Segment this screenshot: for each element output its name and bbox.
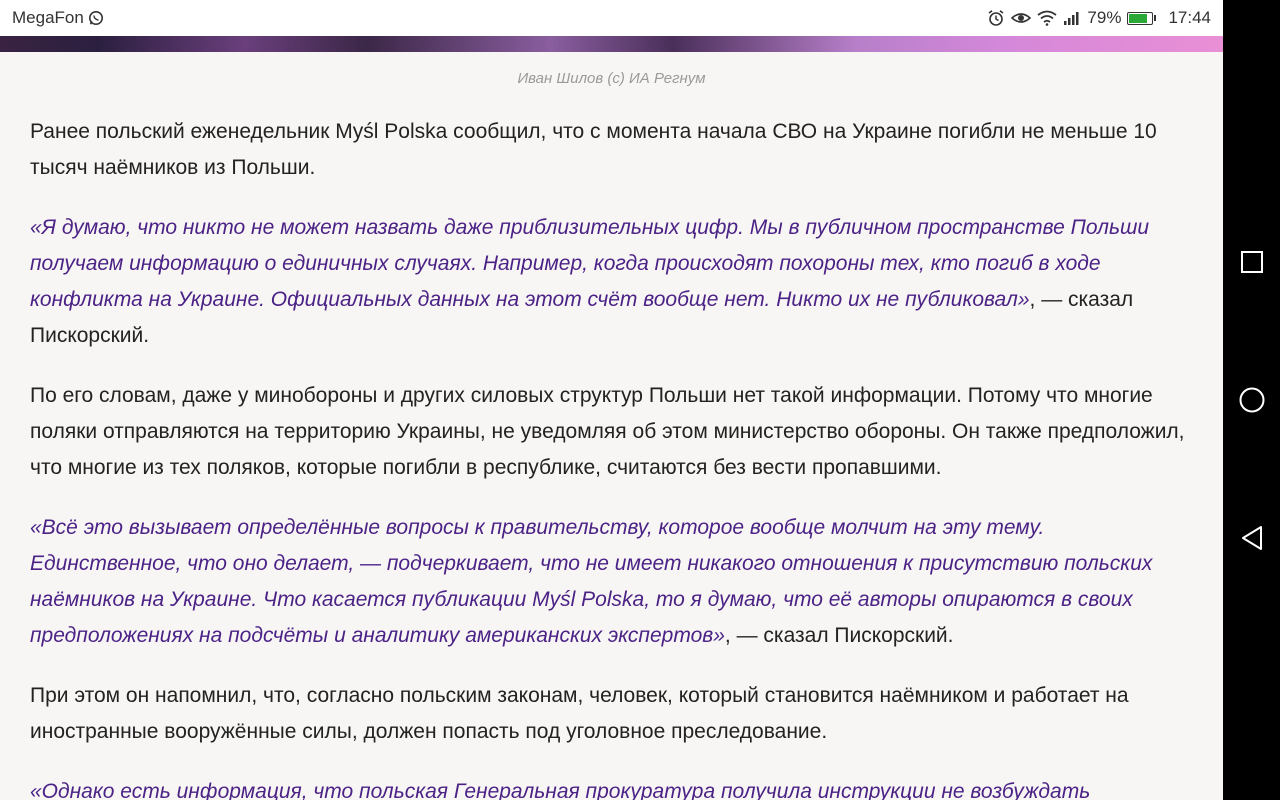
quote-text: «Всё это вызывает определённые вопросы к…: [30, 516, 1153, 647]
back-triangle-icon[interactable]: [1223, 469, 1280, 607]
navigation-bar: [1223, 0, 1280, 800]
signal-icon: [1063, 10, 1081, 26]
status-bar: MegaFon 79% 17:44: [0, 0, 1223, 36]
image-caption: Иван Шилов (c) ИА Регнум: [517, 70, 706, 87]
home-circle-icon[interactable]: [1223, 331, 1280, 469]
quote-text: «Однако есть информация, что польская Ге…: [30, 780, 1091, 800]
text-paragraph: По его словам, даже у минобороны и други…: [30, 384, 1185, 479]
text-paragraph: При этом он напомнил, что, согласно поль…: [30, 684, 1129, 743]
battery-percent: 79%: [1087, 8, 1122, 27]
whatsapp-icon: [88, 10, 104, 26]
recents-square-icon[interactable]: [1223, 193, 1280, 331]
article-image-bottom-edge: [0, 36, 1223, 52]
clock: 17:44: [1168, 8, 1211, 27]
battery-fill: [1129, 13, 1147, 23]
quote-text: «Я думаю, что никто не может назвать даж…: [30, 216, 1150, 311]
battery-icon: [1127, 11, 1157, 25]
quote-paragraph: «Всё это вызывает определённые вопросы к…: [30, 510, 1193, 654]
eye-comfort-icon: [1011, 10, 1032, 26]
quote-paragraph: «Я думаю, что никто не может назвать даж…: [30, 210, 1193, 354]
alarm-icon: [987, 9, 1005, 27]
text-paragraph: Ранее польский еженедельник Myśl Polska …: [30, 120, 1157, 179]
attribution-text: , — сказал Пискорский.: [724, 624, 954, 647]
article-body: Ранее польский еженедельник Myśl Polska …: [30, 114, 1193, 800]
status-right: 79% 17:44: [987, 8, 1211, 28]
status-left: MegaFon: [12, 8, 104, 28]
article-content[interactable]: Иван Шилов (c) ИА Регнум Ранее польский …: [0, 52, 1223, 800]
wifi-icon: [1037, 10, 1057, 26]
carrier-name: MegaFon: [12, 8, 84, 27]
quote-paragraph: «Однако есть информация, что польская Ге…: [30, 774, 1193, 800]
